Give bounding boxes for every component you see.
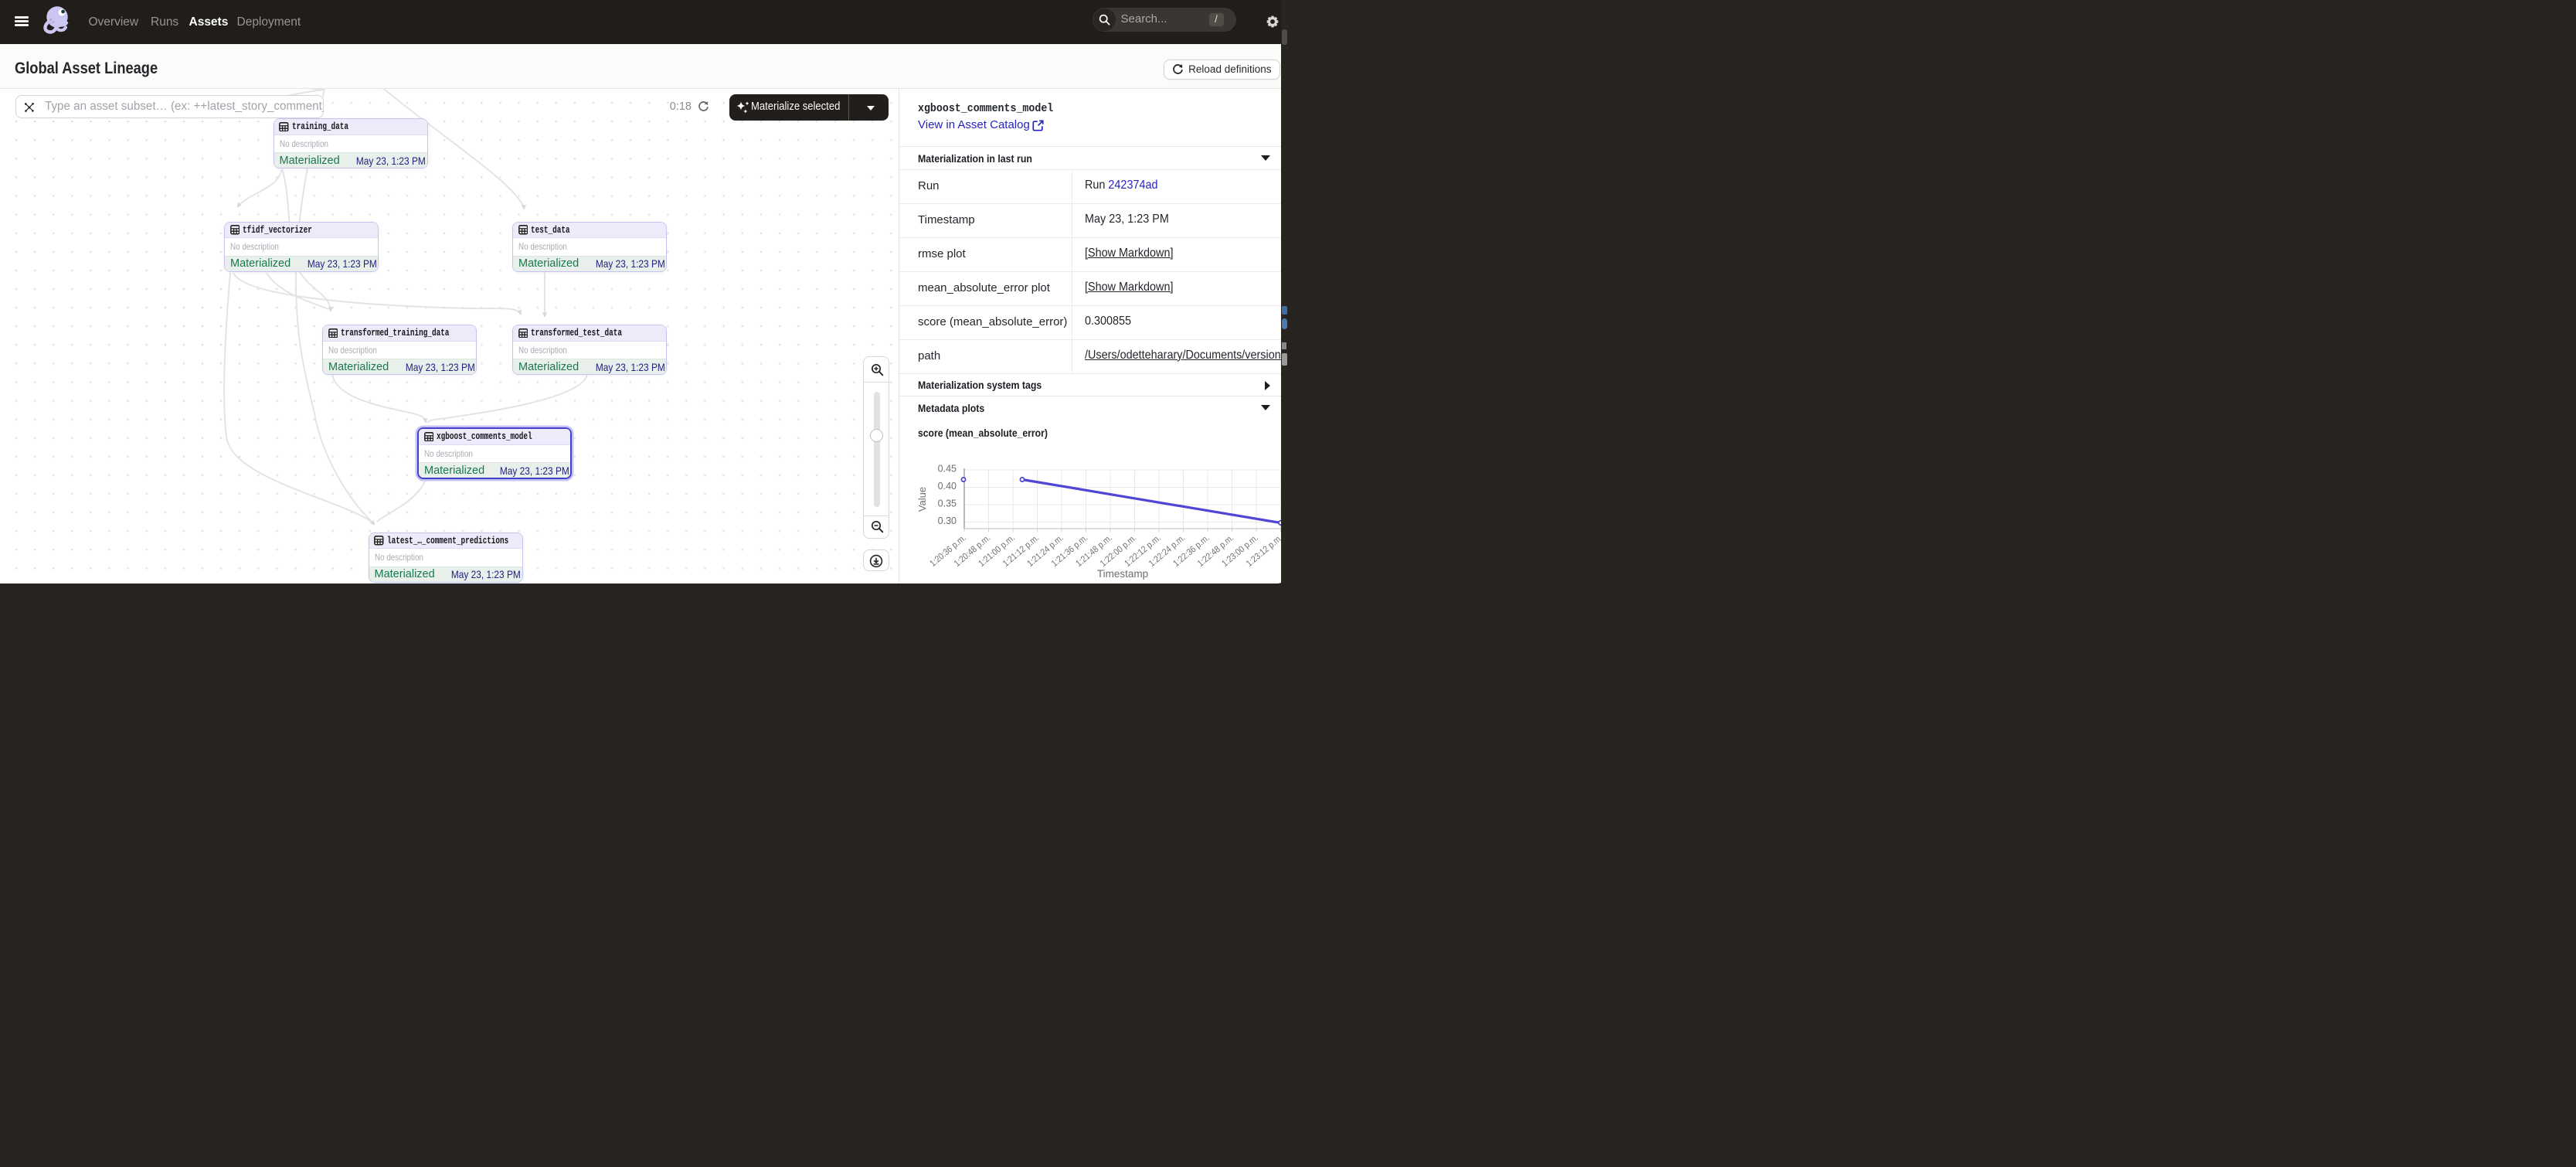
svg-text:0.45: 0.45 [937, 464, 956, 475]
svg-text:Timestamp: Timestamp [1096, 568, 1147, 580]
svg-text:0.35: 0.35 [937, 498, 956, 509]
svg-text:0.40: 0.40 [937, 481, 956, 492]
svg-text:0.30: 0.30 [937, 515, 956, 526]
svg-text:Value: Value [916, 487, 928, 512]
